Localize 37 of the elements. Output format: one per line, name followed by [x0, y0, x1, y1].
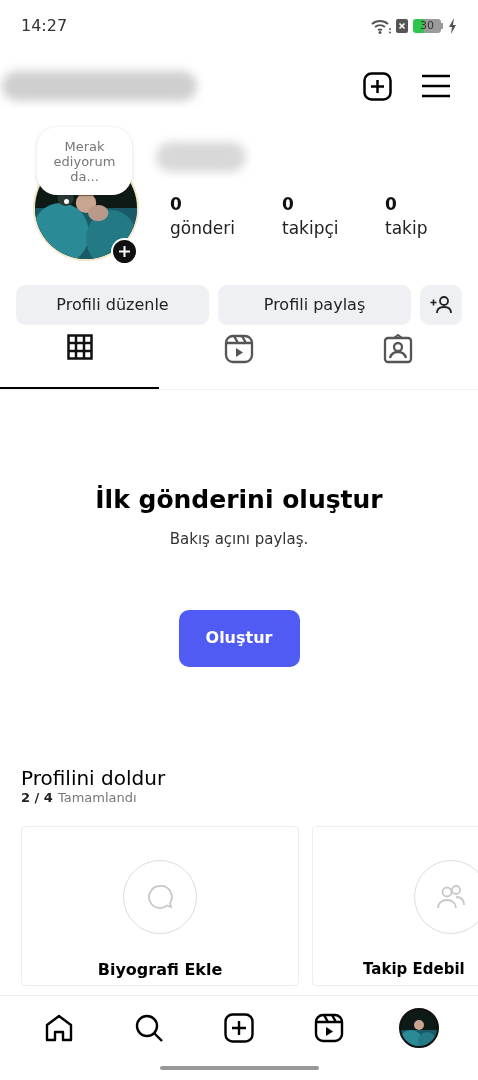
edit-profile-button[interactable]: Profili düzenle	[16, 285, 209, 325]
note-text: Merak ediyorum da...	[52, 138, 117, 184]
home-icon[interactable]	[44, 1013, 74, 1043]
stat-label: takipçi	[282, 217, 340, 240]
card-title: Takip Edebil	[363, 958, 465, 980]
progress-label: Tamamlandı	[57, 789, 137, 806]
tagged-icon	[383, 334, 414, 364]
stat-label: takip	[385, 217, 429, 240]
reels-icon	[224, 334, 254, 364]
create-button[interactable]: Oluştur	[178, 609, 300, 667]
speech-bubble-icon	[147, 883, 173, 910]
section-title: Profilini doldur	[21, 765, 167, 790]
add-person-icon	[430, 296, 452, 314]
menu-icon[interactable]	[422, 74, 450, 98]
stat-value: 0	[282, 193, 295, 215]
add-person-button[interactable]	[420, 285, 462, 325]
wifi-icon	[371, 18, 391, 34]
people-icon	[436, 883, 466, 910]
stat-value: 0	[385, 193, 398, 215]
suggestion-card[interactable]: Biyografi Ekle	[21, 825, 299, 986]
stat-label: gönderi	[170, 217, 236, 240]
search-icon[interactable]	[134, 1013, 164, 1043]
add-icon[interactable]	[224, 1013, 254, 1043]
plus-icon	[119, 246, 130, 257]
progress-count: 2 / 4	[21, 789, 53, 806]
reels-icon[interactable]	[314, 1013, 344, 1043]
add-icon[interactable]	[363, 71, 392, 101]
suggestion-card[interactable]: Takip Edebil	[312, 825, 478, 986]
note-tooltip[interactable]: Merak ediyorum da...	[37, 127, 132, 195]
grid-icon	[66, 334, 93, 360]
card-title: Biyografi Ekle	[97, 958, 223, 981]
stat-value: 0	[170, 193, 183, 215]
sim-off-icon	[396, 19, 408, 33]
empty-title: İlk gönderini oluştur	[95, 485, 383, 515]
status-time: 14:27	[21, 15, 68, 37]
share-profile-button[interactable]: Profili paylaş	[218, 285, 411, 325]
empty-subtitle: Bakış açını paylaş.	[169, 529, 309, 550]
